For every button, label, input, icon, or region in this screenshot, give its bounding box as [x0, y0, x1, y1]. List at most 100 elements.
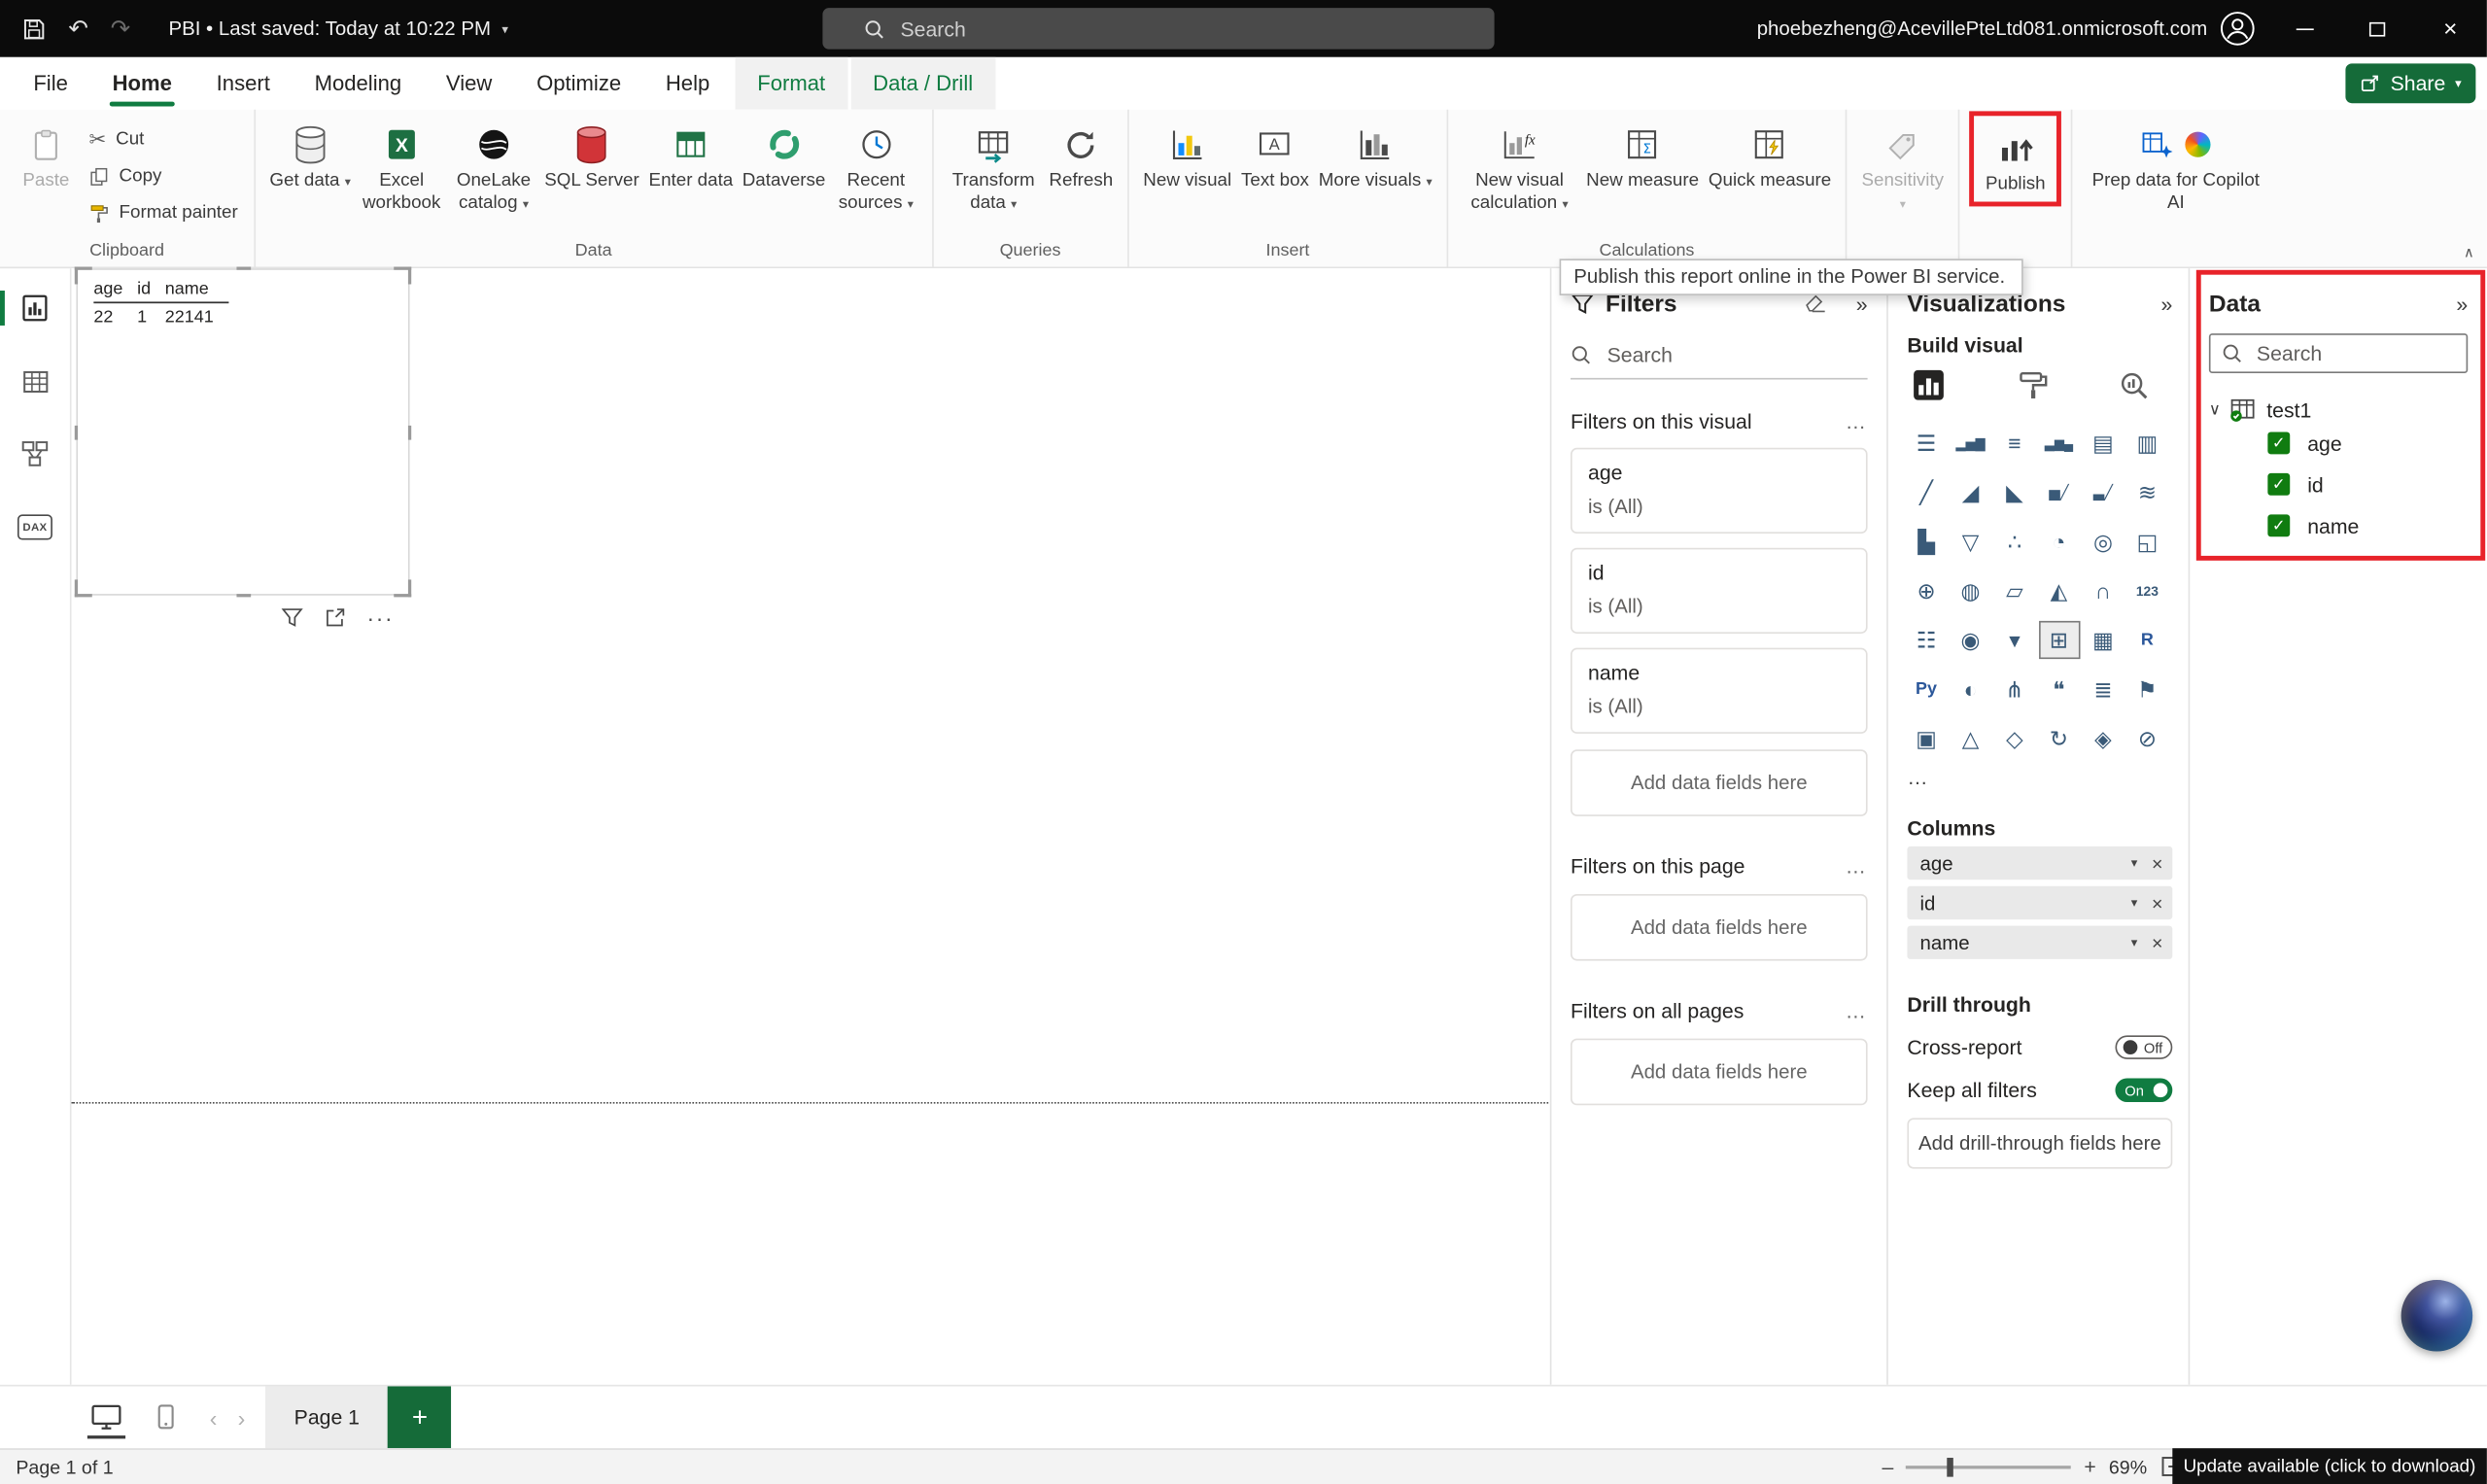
format-painter-button[interactable]: Format painter	[83, 197, 244, 229]
save-icon[interactable]	[22, 17, 47, 41]
filter-card[interactable]: id is (All)	[1571, 548, 1868, 634]
web-layout-button[interactable]	[90, 1386, 122, 1448]
account-email[interactable]: phoebezheng@AcevillePteLtd081.onmicrosof…	[1757, 0, 2208, 57]
page-tab[interactable]: Page 1	[265, 1386, 388, 1448]
format-visual-tab-icon[interactable]	[2016, 368, 2049, 401]
model-view-button[interactable]	[0, 433, 71, 474]
copy-button[interactable]: Copy	[83, 160, 244, 192]
paginated-report-icon[interactable]: ▣	[1907, 721, 1945, 756]
text-box-button[interactable]: A Text box	[1236, 118, 1314, 193]
build-visual-tab-icon[interactable]	[1911, 366, 1948, 403]
zoom-in-button[interactable]: +	[2084, 1455, 2095, 1479]
matrix-icon[interactable]: ▦	[2084, 623, 2122, 658]
new-measure-button[interactable]: Σ New measure	[1581, 118, 1704, 193]
sql-server-button[interactable]: SQL Server	[539, 118, 643, 193]
gauge-icon[interactable]: ∩	[2084, 573, 2122, 608]
multi-row-card-icon[interactable]: ☷	[1907, 623, 1945, 658]
field-checkbox-checked[interactable]: ✓	[2267, 473, 2290, 496]
no-visual-icon[interactable]: ⊘	[2128, 721, 2166, 756]
get-data-button[interactable]: Get data ▾	[265, 118, 356, 193]
zoom-slider-handle[interactable]	[1948, 1458, 1954, 1477]
cross-report-toggle[interactable]: Off	[2115, 1035, 2172, 1059]
azure-map-icon[interactable]: ◭	[2040, 573, 2078, 608]
account-avatar[interactable]	[2220, 11, 2255, 46]
refresh-button[interactable]: Refresh	[1045, 118, 1119, 193]
table-view-button[interactable]	[0, 361, 71, 401]
stacked-column-chart-icon[interactable]: ▂▅▇	[1952, 426, 1989, 461]
zoom-out-button[interactable]: –	[1883, 1455, 1894, 1479]
new-visual-calculation-button[interactable]: fx New visual calculation ▾	[1458, 118, 1581, 215]
minimize-button[interactable]	[2267, 0, 2340, 57]
more-visual-types-icon[interactable]: …	[1907, 766, 2172, 790]
tab-insert[interactable]: Insert	[194, 57, 293, 110]
tab-format[interactable]: Format	[735, 57, 847, 110]
more-visuals-button[interactable]: More visuals ▾	[1314, 118, 1437, 193]
tab-optimize[interactable]: Optimize	[514, 57, 643, 110]
prep-data-copilot-button[interactable]: Prep data for Copilot AI	[2082, 118, 2269, 215]
r-script-visual-icon[interactable]: R	[2128, 623, 2166, 658]
stacked-bar-chart-icon[interactable]: ☰	[1907, 426, 1945, 461]
decomposition-tree-icon[interactable]: ⋔	[1995, 672, 2033, 707]
resize-handle[interactable]	[75, 267, 92, 285]
line-and-stacked-column-chart-icon[interactable]: ▅╱	[2040, 475, 2078, 510]
100-stacked-column-chart-icon[interactable]: ▥	[2128, 426, 2166, 461]
dax-query-view-button[interactable]: DAX	[0, 506, 71, 547]
waterfall-chart-icon[interactable]: ▙	[1907, 524, 1945, 559]
collapse-pane-icon[interactable]: »	[2160, 293, 2172, 317]
add-data-fields-dropzone[interactable]: Add data fields here	[1571, 894, 1868, 961]
funnel-chart-icon[interactable]: ▽	[1952, 524, 1989, 559]
field-checkbox-checked[interactable]: ✓	[2267, 431, 2290, 454]
data-field-row[interactable]: ✓ age	[2209, 423, 2468, 464]
clustered-bar-chart-icon[interactable]: ≡	[1995, 426, 2033, 461]
remove-field-icon[interactable]: ×	[2152, 852, 2162, 875]
expand-chevron-icon[interactable]: ∨	[2209, 401, 2221, 419]
power-apps-icon[interactable]: ◇	[1995, 721, 2033, 756]
line-and-clustered-column-chart-icon[interactable]: ▃╱	[2084, 475, 2122, 510]
more-options-icon[interactable]: …	[1846, 410, 1868, 434]
onelake-catalog-button[interactable]: OneLake catalog ▾	[448, 118, 540, 215]
field-chip[interactable]: id ▾ ×	[1907, 886, 2172, 919]
line-chart-icon[interactable]: ╱	[1907, 475, 1945, 510]
quick-measure-button[interactable]: Quick measure	[1704, 118, 1836, 193]
filter-card[interactable]: name is (All)	[1571, 648, 1868, 734]
card-icon[interactable]: 123	[2128, 573, 2166, 608]
collapse-ribbon-icon[interactable]: ∧	[2464, 245, 2474, 262]
autosave-status[interactable]: PBI • Last saved: Today at 10:22 PM ▾	[168, 17, 507, 40]
report-canvas[interactable]: age id name 22 1 22141	[72, 268, 1550, 1385]
chevron-down-icon[interactable]: ▾	[2131, 896, 2138, 911]
copilot-floating-button[interactable]	[2401, 1280, 2473, 1352]
more-options-icon[interactable]: ···	[366, 605, 394, 631]
keep-all-filters-toggle[interactable]: On	[2115, 1078, 2172, 1102]
cut-button[interactable]: ✂ Cut	[83, 123, 244, 155]
analytics-tab-icon[interactable]	[2119, 369, 2151, 401]
treemap-icon[interactable]: ◱	[2128, 524, 2166, 559]
table-icon[interactable]: ⊞	[2040, 623, 2078, 658]
data-field-row[interactable]: ✓ id	[2209, 464, 2468, 504]
chevron-down-icon[interactable]: ▾	[2131, 856, 2138, 871]
resize-handle[interactable]	[75, 426, 78, 440]
zoom-slider[interactable]	[1906, 1466, 2071, 1468]
share-button[interactable]: Share ▾	[2346, 63, 2476, 103]
resize-handle[interactable]	[394, 267, 411, 285]
global-search-box[interactable]	[822, 8, 1494, 49]
filled-map-icon[interactable]: ◍	[1952, 573, 1989, 608]
excel-workbook-button[interactable]: X Excel workbook	[356, 118, 448, 215]
recent-sources-button[interactable]: Recent sources ▾	[830, 118, 922, 215]
clustered-column-chart-icon[interactable]: ▃▆▄	[2040, 426, 2078, 461]
donut-chart-icon[interactable]: ◎	[2084, 524, 2122, 559]
undo-icon[interactable]: ↶	[68, 15, 88, 43]
report-view-button[interactable]	[0, 288, 71, 328]
tab-home[interactable]: Home	[90, 57, 194, 110]
tab-view[interactable]: View	[424, 57, 514, 110]
new-page-button[interactable]: +	[388, 1386, 451, 1448]
transform-data-button[interactable]: Transform data ▾	[943, 118, 1045, 215]
shape-map-icon[interactable]: ▱	[1995, 573, 2033, 608]
paste-button[interactable]: Paste	[10, 118, 83, 193]
data-table-node[interactable]: ∨ test1	[2209, 397, 2468, 423]
data-search-box[interactable]	[2209, 333, 2468, 373]
data-search-input[interactable]	[2254, 340, 2444, 367]
ribbon-chart-icon[interactable]: ≋	[2128, 475, 2166, 510]
filters-search-box[interactable]	[1571, 332, 1868, 380]
field-chip[interactable]: name ▾ ×	[1907, 926, 2172, 959]
add-drill-through-dropzone[interactable]: Add drill-through fields here	[1907, 1118, 2172, 1168]
